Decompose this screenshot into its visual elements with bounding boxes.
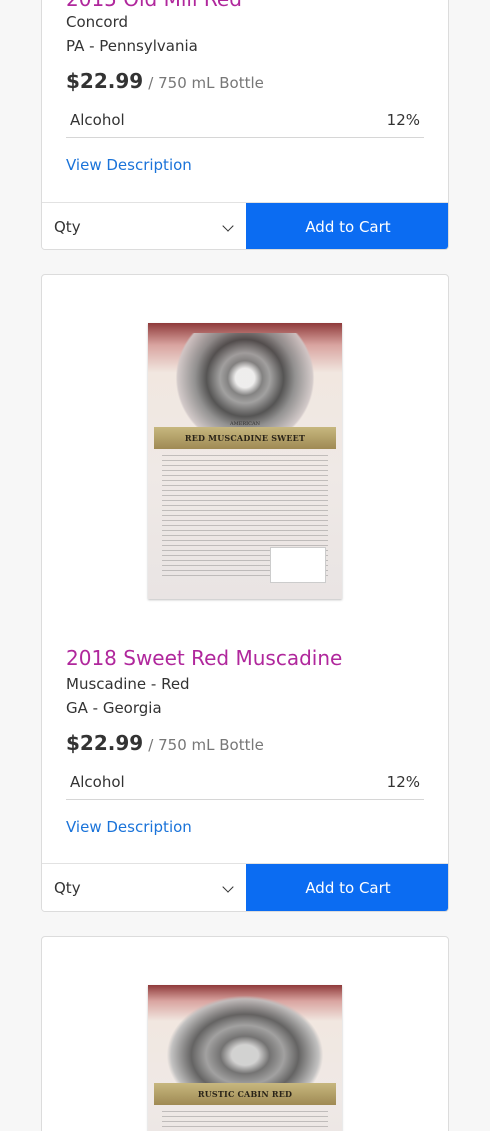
price: $22.99 <box>66 731 144 755</box>
label-fine-print <box>162 1111 328 1131</box>
chevron-down-icon <box>222 881 234 893</box>
bottle-size: / 750 mL Bottle <box>148 736 264 754</box>
label-band-text: RUSTIC CABIN RED <box>154 1083 336 1105</box>
flower-illustration <box>166 333 324 433</box>
product-card: AMERICAN RED MUSCADINE SWEET 2018 Sweet … <box>41 274 449 912</box>
qty-select[interactable]: Qty <box>42 203 246 249</box>
wine-name[interactable]: 2018 Sweet Red Muscadine <box>66 646 342 670</box>
product-image[interactable]: RUSTIC CABIN RED <box>148 985 342 1131</box>
bottle-size: / 750 mL Bottle <box>148 74 264 92</box>
attribute-value: 12% <box>386 111 420 129</box>
wine-name[interactable]: 2015 Old Mill Red <box>66 0 242 11</box>
view-description-link[interactable]: View Description <box>66 818 192 836</box>
attribute-value: 12% <box>386 773 420 791</box>
label-band-text: RED MUSCADINE SWEET <box>154 427 336 449</box>
product-card: 2015 Old Mill Red Concord PA - Pennsylva… <box>41 0 449 250</box>
wine-varietal: Concord <box>66 13 129 31</box>
cabin-illustration <box>166 995 324 1095</box>
add-to-cart-button[interactable]: Add to Cart <box>246 203 448 249</box>
price-row: $22.99 / 750 mL Bottle <box>66 731 264 755</box>
label-box <box>270 547 326 583</box>
price-row: $22.99 / 750 mL Bottle <box>66 69 264 93</box>
wine-varietal: Muscadine - Red <box>66 675 190 693</box>
qty-select[interactable]: Qty <box>42 864 246 911</box>
wine-region: PA - Pennsylvania <box>66 37 198 55</box>
chevron-down-icon <box>222 220 234 232</box>
wine-region: GA - Georgia <box>66 699 162 717</box>
product-card: RUSTIC CABIN RED <box>41 936 449 1131</box>
view-description-link[interactable]: View Description <box>66 156 192 174</box>
wine-label-image: RUSTIC CABIN RED <box>148 985 342 1131</box>
product-image[interactable]: AMERICAN RED MUSCADINE SWEET <box>148 323 342 599</box>
attribute-row: Alcohol 12% <box>66 773 424 800</box>
attribute-label: Alcohol <box>70 111 125 129</box>
cart-actions: Qty Add to Cart <box>42 202 448 249</box>
price: $22.99 <box>66 69 144 93</box>
attribute-label: Alcohol <box>70 773 125 791</box>
attribute-row: Alcohol 12% <box>66 111 424 138</box>
add-to-cart-button[interactable]: Add to Cart <box>246 864 448 911</box>
wine-label-image: AMERICAN RED MUSCADINE SWEET <box>148 323 342 599</box>
qty-label: Qty <box>54 218 81 236</box>
cart-actions: Qty Add to Cart <box>42 863 448 911</box>
qty-label: Qty <box>54 879 81 897</box>
